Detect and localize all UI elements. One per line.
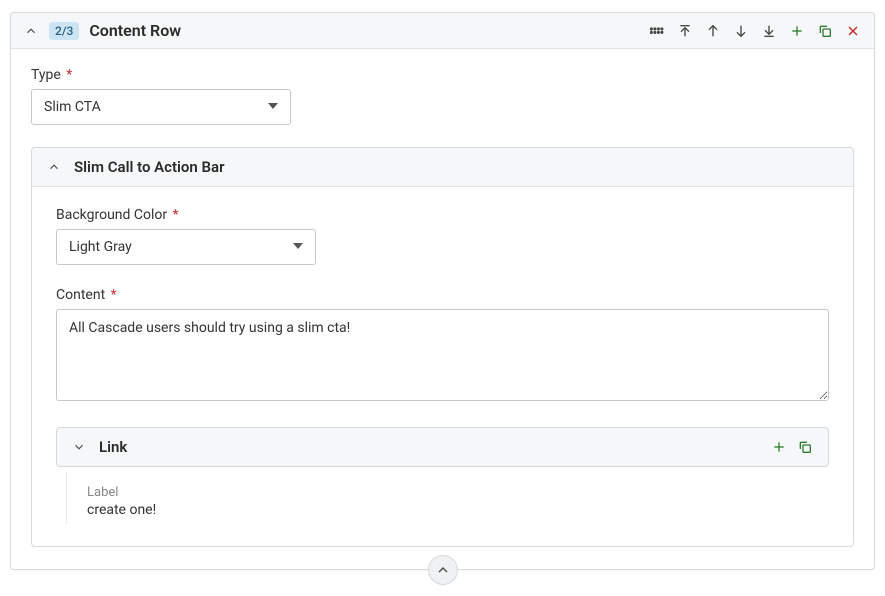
panel-title: Content Row [89,21,181,40]
link-title: Link [99,438,127,456]
position-badge: 2/3 [49,22,79,40]
bottom-collapse-button[interactable] [428,555,458,585]
panel-header: 2/3 Content Row [11,13,874,49]
bgcolor-select-value: Light Gray [69,239,293,255]
chevron-down-icon [293,239,303,255]
content-row-panel: 2/3 Content Row [10,12,875,570]
required-marker: * [111,287,117,303]
slim-cta-body: Background Color * Light Gray Content * [32,187,853,546]
collapse-toggle-icon[interactable] [23,23,39,39]
type-field: Type * Slim CTA [31,67,854,125]
content-field: Content * [56,287,829,405]
move-up-icon[interactable] [704,22,722,40]
link-label-value: create one! [87,502,809,518]
slim-cta-collapse-icon[interactable] [46,159,62,175]
slim-cta-header: Slim Call to Action Bar [32,148,853,187]
panel-header-left: 2/3 Content Row [23,21,181,40]
bgcolor-select[interactable]: Light Gray [56,229,316,265]
bgcolor-field: Background Color * Light Gray [56,207,829,265]
link-label-tag: Label [87,485,809,500]
bgcolor-label: Background Color * [56,207,829,223]
type-select-value: Slim CTA [44,99,268,115]
copy-icon[interactable] [816,22,834,40]
bgcolor-label-text: Background Color [56,207,167,223]
add-icon[interactable] [788,22,806,40]
move-down-icon[interactable] [732,22,750,40]
type-label-text: Type [31,67,61,83]
panel-header-actions [648,22,862,40]
type-label: Type * [31,67,854,83]
link-header: Link [56,427,829,467]
required-marker: * [173,207,179,223]
delete-icon[interactable] [844,22,862,40]
slim-cta-panel: Slim Call to Action Bar Background Color… [31,147,854,547]
content-label-text: Content [56,287,105,303]
link-section: Link Label create one [56,427,829,524]
drag-handle-icon[interactable] [648,22,666,40]
link-body: Label create one! [66,473,829,524]
link-collapse-icon[interactable] [71,439,87,455]
content-label: Content * [56,287,829,303]
move-to-top-icon[interactable] [676,22,694,40]
chevron-down-icon [268,99,278,115]
link-header-left: Link [71,438,127,456]
slim-cta-title: Slim Call to Action Bar [74,158,225,176]
panel-body: Type * Slim CTA Slim Call to Action Bar [11,49,874,569]
slim-cta-header-left: Slim Call to Action Bar [46,158,225,176]
link-header-actions [770,438,814,456]
content-textarea[interactable] [56,309,829,401]
move-to-bottom-icon[interactable] [760,22,778,40]
link-copy-icon[interactable] [796,438,814,456]
type-select[interactable]: Slim CTA [31,89,291,125]
required-marker: * [66,67,72,83]
link-add-icon[interactable] [770,438,788,456]
